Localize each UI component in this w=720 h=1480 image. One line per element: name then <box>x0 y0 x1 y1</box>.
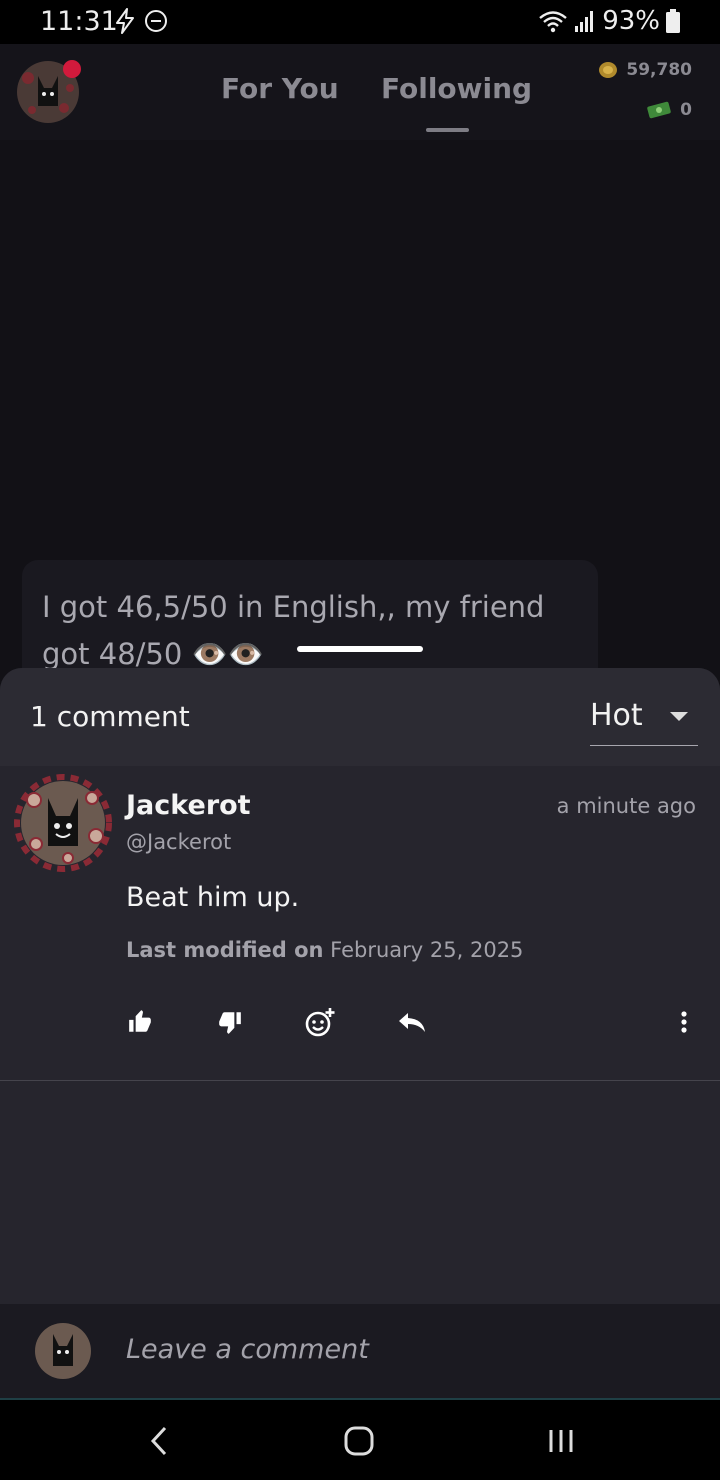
reply-arrow-icon <box>399 1013 425 1032</box>
add-emoji-icon <box>305 1008 335 1037</box>
thumbs-up-icon <box>129 1010 151 1032</box>
dislike-button[interactable] <box>212 1004 248 1040</box>
cash-balance[interactable]: 0 <box>646 100 692 120</box>
notification-dot <box>63 60 81 78</box>
comments-header: 1 comment Hot <box>0 668 720 766</box>
battery-percentage: 93% <box>602 6 660 36</box>
user-avatar <box>34 1322 92 1380</box>
sort-dropdown[interactable]: Hot <box>590 694 698 746</box>
dropdown-arrow-icon <box>670 712 688 721</box>
do-not-disturb-icon <box>145 10 167 32</box>
coins-amount: 59,780 <box>626 60 692 80</box>
status-bar: 11:31 93% <box>0 0 720 44</box>
recent-apps-icon <box>549 1430 573 1452</box>
add-reaction-button[interactable] <box>302 1004 338 1040</box>
avatar-image <box>35 1323 91 1379</box>
cash-icon <box>647 101 671 119</box>
comments-sheet: 1 comment Hot Jackerot @Jackerot a minut… <box>0 668 720 1400</box>
comment-item: Jackerot @Jackerot a minute ago Beat him… <box>0 766 720 1081</box>
reply-button[interactable] <box>394 1004 430 1040</box>
top-header: For You Following 59,780 0 <box>0 44 720 140</box>
back-button[interactable] <box>136 1418 182 1464</box>
thumbs-down-icon <box>219 1012 241 1034</box>
status-time: 11:31 <box>40 6 118 37</box>
more-vertical-icon <box>681 1011 687 1033</box>
cash-amount: 0 <box>680 100 692 120</box>
sort-value: Hot <box>590 698 643 733</box>
comment-input-placeholder[interactable]: Leave a comment <box>126 1334 369 1365</box>
wifi-icon <box>539 11 567 33</box>
coin-icon <box>599 62 618 78</box>
signal-icon <box>575 11 594 32</box>
home-button[interactable] <box>336 1418 382 1464</box>
comment-handle: @Jackerot <box>126 830 232 854</box>
comment-count: 1 comment <box>30 700 190 733</box>
recent-apps-button[interactable] <box>538 1418 584 1464</box>
back-chevron-icon <box>150 1426 167 1456</box>
active-tab-indicator <box>426 128 469 132</box>
post-text: I got 46,5/50 in English,, my friend got… <box>42 590 545 671</box>
comment-author[interactable]: Jackerot <box>126 790 251 821</box>
app-screen: For You Following 59,780 0 I got 46,5/50… <box>0 44 720 1400</box>
sheet-drag-handle[interactable] <box>297 646 423 652</box>
system-navigation-bar <box>0 1400 720 1480</box>
like-button[interactable] <box>122 1004 158 1040</box>
coins-balance[interactable]: 59,780 <box>598 60 692 80</box>
more-options-button[interactable] <box>666 1004 702 1040</box>
tab-for-you[interactable]: For You <box>221 72 339 105</box>
home-icon <box>344 1426 374 1456</box>
comment-body: Beat him up. <box>126 882 300 913</box>
avatar-image <box>14 774 112 872</box>
modified-date: February 25, 2025 <box>330 938 524 962</box>
modified-label: Last modified on <box>126 938 324 962</box>
comment-timestamp: a minute ago <box>556 794 696 818</box>
comment-input-bar[interactable]: Leave a comment <box>0 1304 720 1400</box>
battery-icon <box>666 9 680 33</box>
comment-modified-info: Last modified on February 25, 2025 <box>126 938 523 962</box>
tab-following[interactable]: Following <box>381 72 532 105</box>
comment-avatar[interactable] <box>12 772 114 874</box>
charging-bolt-icon <box>116 8 134 34</box>
